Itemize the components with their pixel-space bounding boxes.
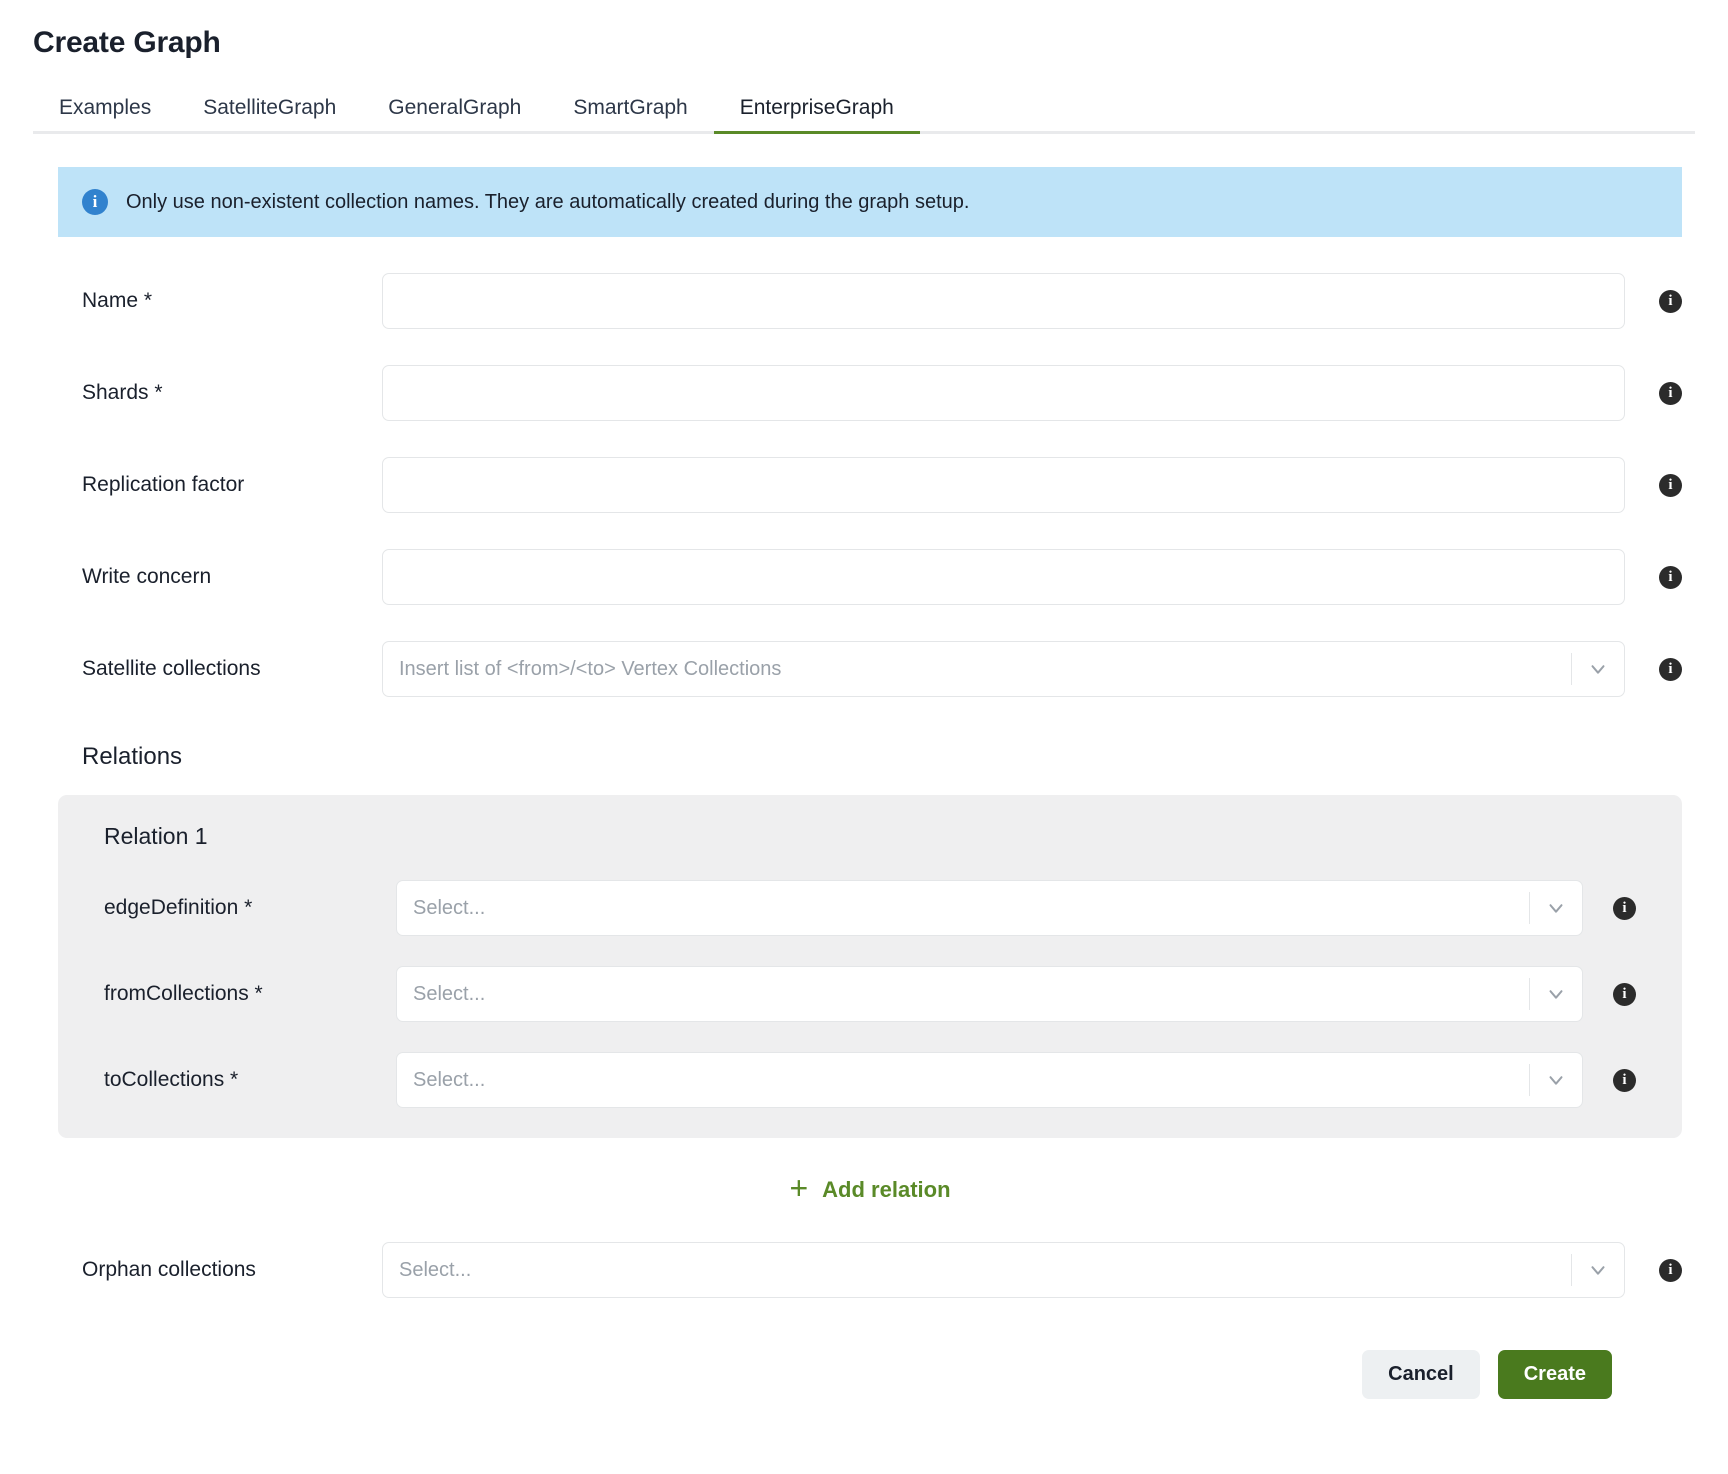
edge-definition-select[interactable]: Select...: [396, 880, 1583, 936]
info-icon: i: [82, 189, 108, 215]
to-collections-label: toCollections *: [104, 1068, 239, 1091]
modal-footer: Cancel Create: [58, 1350, 1682, 1399]
tab-bar: Examples SatelliteGraph GeneralGraph Sma…: [0, 86, 1728, 134]
orphan-collections-select[interactable]: Select...: [382, 1242, 1625, 1298]
shards-label: Shards *: [82, 381, 163, 404]
field-row-orphan-collections: Orphan collections Select... i: [58, 1242, 1682, 1298]
chevron-down-icon[interactable]: [1530, 1069, 1582, 1091]
graph-form: Name * i Shards * i Replication factor i…: [0, 273, 1728, 1399]
chevron-down-icon[interactable]: [1572, 1259, 1624, 1281]
field-row-replication-factor: Replication factor i: [58, 457, 1682, 513]
tab-satellitegraph[interactable]: SatelliteGraph: [177, 86, 362, 134]
satellite-collections-label: Satellite collections: [82, 657, 261, 680]
orphan-collections-field-wrap: Select...: [382, 1242, 1625, 1298]
name-input[interactable]: [382, 273, 1625, 329]
plus-icon: +: [789, 1170, 809, 1206]
to-collections-info-icon[interactable]: i: [1613, 1068, 1636, 1092]
field-row-name: Name * i: [58, 273, 1682, 329]
edge-definition-field-wrap: Select...: [396, 880, 1583, 936]
chevron-down-icon[interactable]: [1530, 897, 1582, 919]
write-concern-info-icon[interactable]: i: [1659, 565, 1682, 589]
info-banner: i Only use non-existent collection names…: [58, 167, 1682, 237]
shards-info-icon[interactable]: i: [1659, 381, 1682, 405]
field-row-shards: Shards * i: [58, 365, 1682, 421]
edge-definition-label: edgeDefinition *: [104, 896, 253, 919]
tab-generalgraph[interactable]: GeneralGraph: [362, 86, 547, 134]
orphan-collections-info-icon[interactable]: i: [1659, 1258, 1682, 1282]
field-row-to-collections: toCollections * Select... i: [82, 1052, 1658, 1108]
field-row-edge-definition: edgeDefinition * Select... i: [82, 880, 1658, 936]
replication-factor-field-wrap: [382, 457, 1625, 513]
from-collections-field-wrap: Select...: [396, 966, 1583, 1022]
add-relation-label: Add relation: [822, 1177, 951, 1202]
field-row-write-concern: Write concern i: [58, 549, 1682, 605]
edge-definition-info-icon[interactable]: i: [1613, 896, 1636, 920]
from-collections-select[interactable]: Select...: [396, 966, 1583, 1022]
tab-smartgraph[interactable]: SmartGraph: [547, 86, 713, 134]
field-row-from-collections: fromCollections * Select... i: [82, 966, 1658, 1022]
write-concern-label: Write concern: [82, 565, 212, 588]
create-graph-modal: Create Graph Examples SatelliteGraph Gen…: [0, 0, 1728, 1474]
orphan-collections-label: Orphan collections: [82, 1258, 256, 1281]
write-concern-field-wrap: [382, 549, 1625, 605]
name-info-icon[interactable]: i: [1659, 289, 1682, 313]
satellite-collections-info-icon[interactable]: i: [1659, 657, 1682, 681]
shards-input[interactable]: [382, 365, 1625, 421]
relation-title: Relation 1: [104, 823, 208, 849]
replication-factor-input[interactable]: [382, 457, 1625, 513]
field-row-satellite-collections: Satellite collections Insert list of <fr…: [58, 641, 1682, 697]
from-collections-label: fromCollections *: [104, 982, 263, 1005]
page-title: Create Graph: [33, 26, 221, 59]
add-relation-button[interactable]: + Add relation: [58, 1170, 1682, 1206]
name-field-wrap: [382, 273, 1625, 329]
name-label: Name *: [82, 289, 153, 312]
replication-factor-label: Replication factor: [82, 473, 245, 496]
tab-enterprisegraph[interactable]: EnterpriseGraph: [713, 86, 920, 134]
to-collections-placeholder: Select...: [413, 1068, 486, 1091]
relation-panel-1: Relation 1 edgeDefinition * Select... i …: [58, 795, 1682, 1138]
relations-section-title: Relations: [82, 743, 183, 770]
satellite-collections-placeholder: Insert list of <from>/<to> Vertex Collec…: [399, 657, 782, 680]
write-concern-input[interactable]: [382, 549, 1625, 605]
to-collections-select[interactable]: Select...: [396, 1052, 1583, 1108]
to-collections-field-wrap: Select...: [396, 1052, 1583, 1108]
cancel-button[interactable]: Cancel: [1362, 1350, 1480, 1399]
from-collections-placeholder: Select...: [413, 982, 486, 1005]
replication-factor-info-icon[interactable]: i: [1659, 473, 1682, 497]
info-banner-text: Only use non-existent collection names. …: [126, 190, 970, 213]
tab-examples[interactable]: Examples: [33, 86, 177, 134]
satellite-collections-field-wrap: Insert list of <from>/<to> Vertex Collec…: [382, 641, 1625, 697]
satellite-collections-select[interactable]: Insert list of <from>/<to> Vertex Collec…: [382, 641, 1625, 697]
shards-field-wrap: [382, 365, 1625, 421]
create-button[interactable]: Create: [1497, 1350, 1612, 1399]
from-collections-info-icon[interactable]: i: [1613, 982, 1636, 1006]
orphan-collections-placeholder: Select...: [399, 1258, 472, 1281]
chevron-down-icon[interactable]: [1572, 658, 1624, 680]
chevron-down-icon[interactable]: [1530, 983, 1582, 1005]
edge-definition-placeholder: Select...: [413, 896, 486, 919]
